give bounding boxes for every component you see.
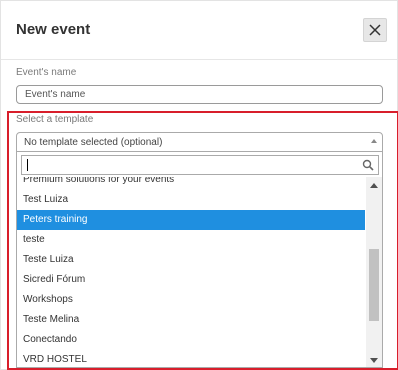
template-option[interactable]: Teste Luiza — [17, 250, 365, 270]
new-event-dialog: New event Event's name Select a template… — [0, 0, 398, 370]
text-caret — [27, 159, 28, 171]
template-option[interactable]: Teste Melina — [17, 310, 365, 330]
template-option[interactable]: Premium solutions for your events — [17, 177, 365, 190]
close-button[interactable] — [363, 18, 387, 42]
event-name-label: Event's name — [16, 67, 77, 78]
template-select[interactable]: No template selected (optional) — [16, 132, 383, 152]
template-option[interactable]: Test Luiza — [17, 190, 365, 210]
scrollbar-thumb[interactable] — [369, 249, 379, 321]
template-option[interactable]: Peters training — [17, 210, 365, 230]
dialog-title: New event — [16, 21, 91, 38]
event-name-input[interactable] — [16, 85, 383, 104]
template-search-input[interactable] — [22, 156, 356, 174]
dialog-header: New event — [1, 1, 397, 60]
template-options-viewport: Premium solutions for your events Test Lu… — [17, 177, 365, 367]
options-scrollbar[interactable] — [366, 177, 382, 367]
search-icon — [362, 159, 374, 171]
template-option[interactable]: Conectando — [17, 330, 365, 350]
template-option[interactable]: Workshops — [17, 290, 365, 310]
template-options-list: Premium solutions for your events Test Lu… — [17, 177, 365, 367]
template-option[interactable]: teste — [17, 230, 365, 250]
template-selected-value: No template selected (optional) — [24, 137, 163, 148]
template-option[interactable]: VRD HOSTEL — [17, 350, 365, 367]
chevron-up-icon — [371, 139, 377, 143]
template-label: Select a template — [16, 114, 94, 125]
scroll-down-arrow-icon[interactable] — [370, 358, 378, 363]
template-option[interactable]: Sicredi Fórum — [17, 270, 365, 290]
close-icon — [369, 24, 381, 36]
scroll-up-arrow-icon[interactable] — [370, 183, 378, 188]
template-dropdown: Premium solutions for your events Test Lu… — [16, 152, 383, 368]
template-search-field[interactable] — [21, 155, 379, 175]
